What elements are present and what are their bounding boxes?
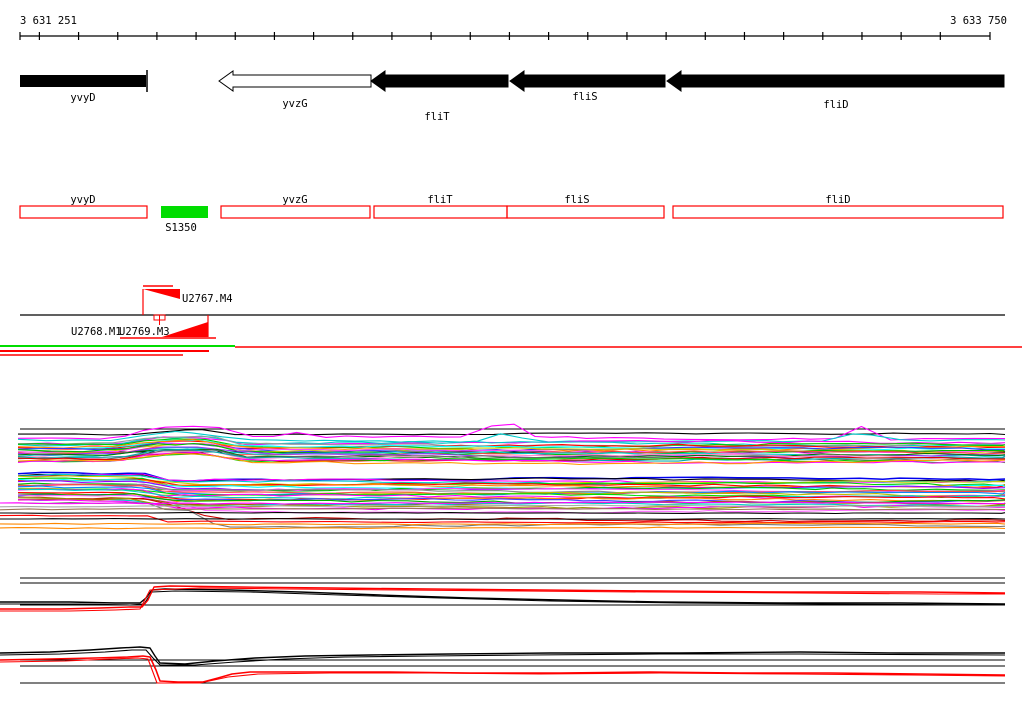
segment-box-S1350[interactable] — [161, 206, 208, 218]
gene-box-fliS[interactable] — [506, 205, 665, 219]
gene-box-label-fliD: fliD — [825, 194, 850, 206]
below-band-trace — [0, 526, 1006, 530]
below-band-trace — [0, 507, 1006, 511]
gene-arrow-fliD[interactable] — [666, 70, 1005, 92]
gene-box-yvzG[interactable] — [220, 205, 371, 219]
gene-box-label-fliS: fliS — [564, 194, 589, 206]
marker-flag — [143, 289, 180, 299]
gene-arrow-label-fliD: fliD — [823, 99, 848, 111]
gene-arrow-yvyD[interactable] — [20, 75, 146, 87]
gene-arrow-label-fliT: fliT — [424, 111, 450, 123]
gene-arrow-track: yvyD yvzG fliT fliS fliD — [20, 70, 1005, 123]
genome-browser-view: 3 631 251 3 633 750 yvyD yvzG fliT fliS fliD… — [0, 0, 1024, 714]
marker-U2767.M4[interactable]: U2767.M4 — [142, 285, 233, 315]
marker-label-U2769.M3: U2769.M3 — [119, 326, 170, 338]
bottom-trace — [0, 657, 1006, 684]
gene-arrow-fliS[interactable] — [509, 70, 666, 92]
below-band-trace — [0, 517, 1006, 520]
gene-box-label-yvyD: yvyD — [70, 194, 95, 206]
ruler-start-label: 3 631 251 — [20, 15, 77, 27]
coverage-track — [0, 345, 1022, 356]
genome-canvas: 3 631 251 3 633 750 yvyD yvzG fliT fliS fliD… — [0, 15, 1022, 684]
below-band-trace — [0, 511, 1006, 515]
marker-track: U2767.M4 U2768.M1U2769.M3 — [20, 285, 1005, 339]
marker-label-U2767.M4: U2767.M4 — [182, 293, 233, 305]
gene-box-track: yvyD S1350 yvzG fliT fliS fliD — [19, 194, 1004, 234]
gene-arrow-yvzG[interactable] — [218, 70, 372, 92]
ruler-end-label: 3 633 750 — [950, 15, 1007, 27]
gene-arrow-label-fliS: fliS — [572, 91, 597, 103]
gene-arrow-label-yvyD: yvyD — [70, 92, 95, 104]
gene-box-fliD[interactable] — [672, 205, 1004, 219]
trace-track-middle — [0, 577, 1006, 612]
expression-profile-track — [0, 423, 1006, 534]
gene-arrow-fliT[interactable] — [370, 70, 509, 92]
gene-arrow-label-yvzG: yvzG — [282, 98, 307, 110]
marker-label-U2768.M1: U2768.M1 — [71, 326, 122, 338]
gene-box-label-yvzG: yvzG — [282, 194, 307, 206]
marker-U2769.M3[interactable]: U2769.M3 — [119, 315, 216, 339]
ruler-axis — [19, 32, 991, 40]
gene-box-fliT[interactable] — [373, 205, 508, 219]
trace-track-bottom — [0, 646, 1006, 684]
gene-box-label-fliT: fliT — [427, 194, 453, 206]
gene-box-label-S1350: S1350 — [165, 222, 197, 234]
gene-box-yvyD[interactable] — [19, 205, 148, 219]
